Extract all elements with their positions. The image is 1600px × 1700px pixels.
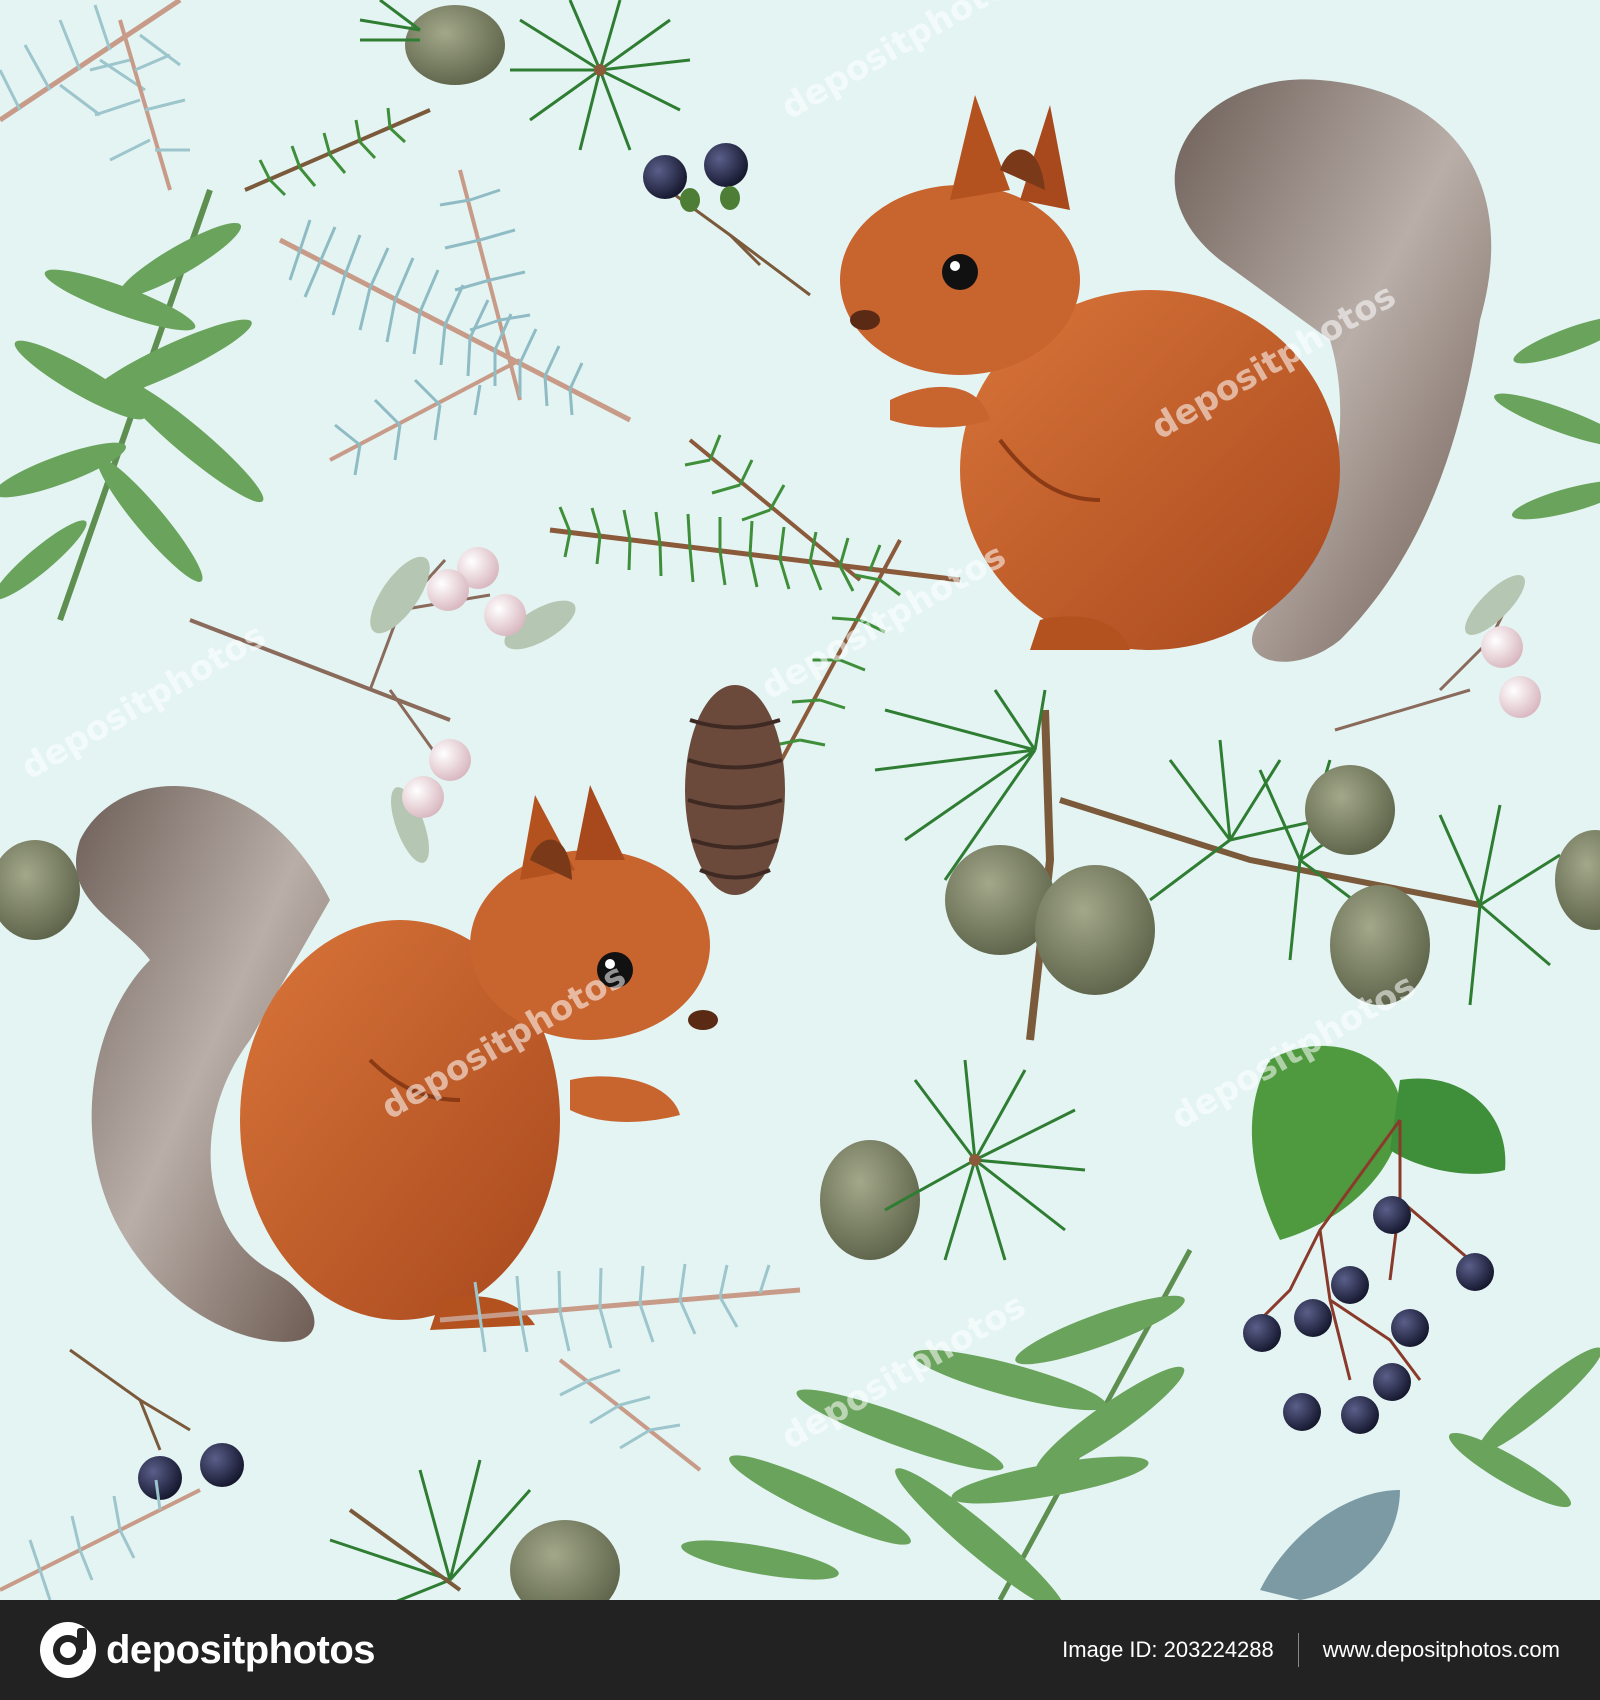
larch-branch-with-cones — [874, 689, 1561, 1041]
footer-divider — [1297, 1633, 1299, 1667]
blue-spruce-branch-top-left — [0, 0, 190, 191]
berry-icon — [484, 594, 526, 636]
brand-name: depositphotos — [106, 1627, 376, 1672]
stock-footer-bar: depositphotos Image ID: 203224288 www.de… — [0, 1600, 1600, 1700]
brand-logo[interactable]: depositphotos — [40, 1622, 376, 1678]
spruce-cone-icon — [685, 685, 785, 895]
berry-icon — [704, 143, 748, 187]
berry-icon — [200, 1443, 244, 1487]
thuja-branch-bottom — [681, 1248, 1193, 1600]
berry-icon — [402, 776, 444, 818]
leaf-icon — [1390, 1078, 1506, 1174]
berry-icon — [429, 739, 471, 781]
footer-meta: Image ID: 203224288 www.depositphotos.co… — [1062, 1633, 1560, 1667]
berry-icon — [1283, 1393, 1321, 1431]
dark-berries-top — [643, 143, 811, 297]
blue-spruce-branch-bottom — [439, 1263, 801, 1472]
berry-icon — [1331, 1266, 1369, 1304]
larch-cone-icon — [1035, 865, 1155, 995]
berry-icon — [427, 569, 469, 611]
berry-icon — [1373, 1363, 1411, 1401]
squirrel-eye — [942, 254, 978, 290]
dark-berries-bottom-left — [69, 1348, 244, 1500]
thuja-branch-right-bottom — [1448, 1347, 1600, 1508]
thuja-branch-right-edge — [1494, 316, 1600, 520]
pine-sprig-with-cone-center — [820, 1059, 1086, 1261]
image-id: Image ID: 203224288 — [1062, 1637, 1274, 1662]
pattern-illustration: depositphotos depositphotos depositphoto… — [0, 0, 1600, 1600]
berry-icon — [1456, 1253, 1494, 1291]
berry-icon — [1481, 626, 1523, 668]
spruce-branch-with-cone — [549, 434, 961, 895]
pine-twig-top — [244, 107, 431, 197]
site-link[interactable]: www.depositphotos.com — [1323, 1637, 1560, 1663]
berry-icon — [1341, 1396, 1379, 1434]
pine-cone-icon — [0, 840, 80, 940]
berry-icon — [138, 1456, 182, 1500]
pine-cone-icon — [405, 5, 505, 85]
berry-icon — [1499, 676, 1541, 718]
berry-icon — [1294, 1299, 1332, 1337]
pine-cone-icon — [1555, 830, 1600, 930]
berry-icon — [1373, 1196, 1411, 1234]
svg-text:depositphotos: depositphotos — [15, 616, 273, 788]
pine-twig-bottom — [329, 1459, 620, 1600]
blue-spruce-branch-center — [278, 169, 632, 476]
larch-cone-icon — [1305, 765, 1395, 855]
leaf-icon — [1260, 1490, 1400, 1600]
berry-icon — [1391, 1309, 1429, 1347]
svg-text:depositphotos: depositphotos — [775, 0, 1033, 128]
depositphotos-logo-icon — [40, 1622, 96, 1678]
squirrel-bottom-left — [76, 785, 718, 1342]
leaves-with-dark-berries — [1243, 1045, 1506, 1434]
thuja-branch-left — [0, 189, 264, 621]
pine-cone-icon — [510, 1520, 620, 1600]
blue-spruce-branch-bottom-left — [0, 1479, 201, 1600]
pine-cone-branch-top — [359, 0, 691, 151]
berry-icon — [643, 155, 687, 199]
berry-icon — [1243, 1314, 1281, 1352]
